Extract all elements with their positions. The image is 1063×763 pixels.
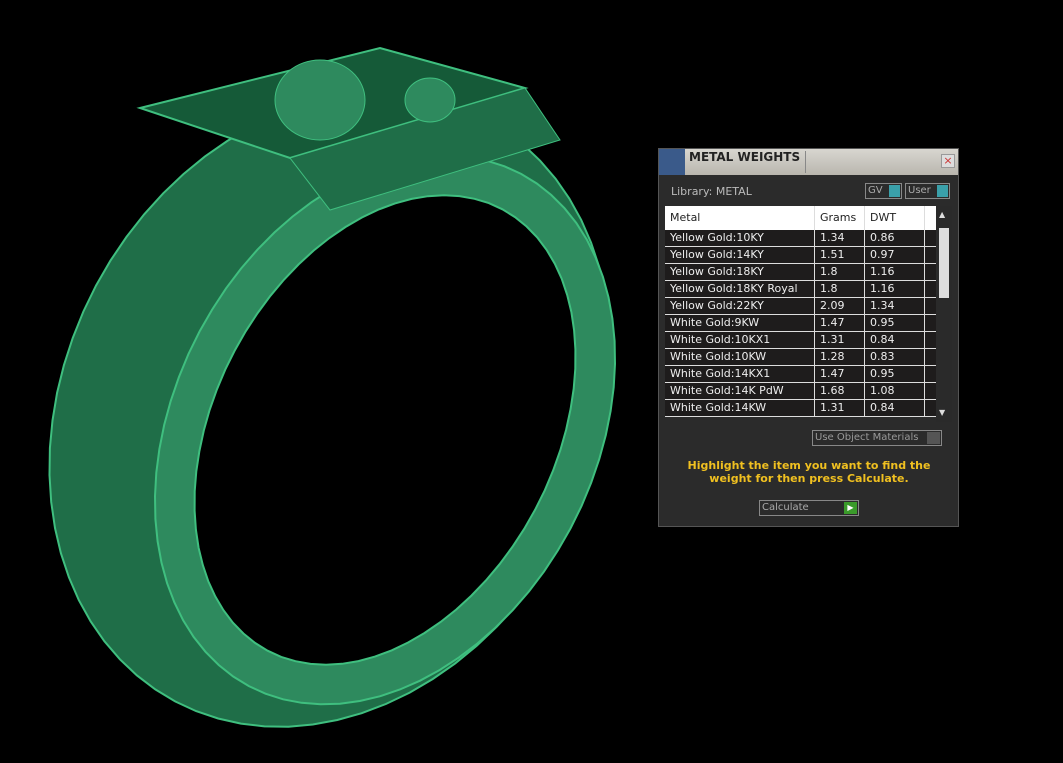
- col-metal[interactable]: Metal: [665, 206, 815, 230]
- ring-detail-knob: [404, 77, 456, 123]
- spacer-cell: [925, 349, 935, 365]
- metal-table[interactable]: Metal Grams DWT Yellow Gold:10KY 1.34 0.86…: [665, 206, 952, 422]
- metal-cell: White Gold:14KW: [665, 400, 815, 416]
- calculate-label: Calculate: [762, 502, 809, 513]
- spacer-cell: [925, 247, 935, 263]
- grams-cell: 1.68: [815, 383, 865, 399]
- toggle-indicator-icon: [889, 185, 900, 197]
- spacer-cell: [925, 332, 935, 348]
- spacer-cell: [925, 230, 935, 246]
- use-object-materials-label: Use Object Materials: [815, 432, 919, 443]
- spacer-cell: [925, 366, 935, 382]
- table-row[interactable]: White Gold:14K PdW 1.68 1.08: [665, 383, 952, 400]
- col-dwt[interactable]: DWT: [865, 206, 925, 230]
- metal-cell: White Gold:10KW: [665, 349, 815, 365]
- instruction-message: Highlight the item you want to find the …: [687, 459, 931, 485]
- metal-cell: Yellow Gold:10KY: [665, 230, 815, 246]
- metal-cell: Yellow Gold:14KY: [665, 247, 815, 263]
- metal-cell: Yellow Gold:18KY: [665, 264, 815, 280]
- grams-cell: 1.51: [815, 247, 865, 263]
- library-label: Library: METAL: [671, 185, 752, 198]
- ring-detail-curl: [274, 59, 366, 141]
- gv-label: GV: [868, 185, 883, 196]
- metal-cell: Yellow Gold:18KY Royal: [665, 281, 815, 297]
- dwt-cell: 0.84: [865, 400, 925, 416]
- grams-cell: 1.47: [815, 366, 865, 382]
- user-toggle[interactable]: User: [905, 183, 950, 199]
- metal-weights-panel: METAL WEIGHTS × Library: METAL GV User M…: [658, 148, 959, 527]
- metal-cell: White Gold:10KX1: [665, 332, 815, 348]
- table-body: Yellow Gold:10KY 1.34 0.86 Yellow Gold:14KY…: [665, 230, 952, 417]
- dwt-cell: 0.95: [865, 366, 925, 382]
- spacer-cell: [925, 264, 935, 280]
- grams-cell: 1.31: [815, 332, 865, 348]
- app-logo-icon: [659, 149, 685, 175]
- spacer-cell: [925, 383, 935, 399]
- dwt-cell: 0.97: [865, 247, 925, 263]
- scroll-down-icon[interactable]: ▼: [939, 408, 945, 417]
- close-button[interactable]: ×: [941, 154, 955, 168]
- grams-cell: 1.34: [815, 230, 865, 246]
- table-row[interactable]: White Gold:10KW 1.28 0.83: [665, 349, 952, 366]
- grams-cell: 1.31: [815, 400, 865, 416]
- panel-title: METAL WEIGHTS: [689, 150, 801, 164]
- use-object-materials-toggle[interactable]: Use Object Materials: [812, 430, 942, 446]
- play-arrow-icon: ▶: [844, 502, 857, 514]
- dwt-cell: 0.84: [865, 332, 925, 348]
- table-row[interactable]: Yellow Gold:18KY Royal 1.8 1.16: [665, 281, 952, 298]
- table-row[interactable]: White Gold:14KX1 1.47 0.95: [665, 366, 952, 383]
- table-row[interactable]: Yellow Gold:10KY 1.34 0.86: [665, 230, 952, 247]
- scroll-thumb[interactable]: [939, 228, 949, 298]
- table-row[interactable]: White Gold:10KX1 1.31 0.84: [665, 332, 952, 349]
- metal-cell: Yellow Gold:22KY: [665, 298, 815, 314]
- radio-icon: [927, 432, 940, 444]
- grams-cell: 1.28: [815, 349, 865, 365]
- calculate-button[interactable]: Calculate ▶: [759, 500, 859, 516]
- dwt-cell: 0.95: [865, 315, 925, 331]
- spacer-cell: [925, 298, 935, 314]
- scroll-up-icon[interactable]: ▲: [939, 210, 945, 219]
- panel-titlebar[interactable]: METAL WEIGHTS ×: [659, 149, 958, 175]
- grams-cell: 2.09: [815, 298, 865, 314]
- spacer-cell: [925, 281, 935, 297]
- table-row[interactable]: White Gold:9KW 1.47 0.95: [665, 315, 952, 332]
- table-row[interactable]: White Gold:14KW 1.31 0.84: [665, 400, 952, 417]
- grams-cell: 1.8: [815, 264, 865, 280]
- divider: [805, 151, 806, 173]
- table-header: Metal Grams DWT: [665, 206, 952, 230]
- grams-cell: 1.47: [815, 315, 865, 331]
- table-row[interactable]: Yellow Gold:18KY 1.8 1.16: [665, 264, 952, 281]
- col-grams[interactable]: Grams: [815, 206, 865, 230]
- spacer-cell: [925, 400, 935, 416]
- dwt-cell: 0.83: [865, 349, 925, 365]
- dwt-cell: 1.08: [865, 383, 925, 399]
- dwt-cell: 1.16: [865, 264, 925, 280]
- metal-cell: White Gold:9KW: [665, 315, 815, 331]
- metal-cell: White Gold:14K PdW: [665, 383, 815, 399]
- metal-cell: White Gold:14KX1: [665, 366, 815, 382]
- dwt-cell: 0.86: [865, 230, 925, 246]
- grams-cell: 1.8: [815, 281, 865, 297]
- table-row[interactable]: Yellow Gold:22KY 2.09 1.34: [665, 298, 952, 315]
- spacer-cell: [925, 315, 935, 331]
- dwt-cell: 1.34: [865, 298, 925, 314]
- dwt-cell: 1.16: [865, 281, 925, 297]
- table-row[interactable]: Yellow Gold:14KY 1.51 0.97: [665, 247, 952, 264]
- scrollbar[interactable]: ▲ ▼: [936, 206, 952, 422]
- ring-model: [48, 46, 617, 728]
- gv-toggle[interactable]: GV: [865, 183, 902, 199]
- user-label: User: [908, 185, 931, 196]
- toggle-indicator-icon: [937, 185, 948, 197]
